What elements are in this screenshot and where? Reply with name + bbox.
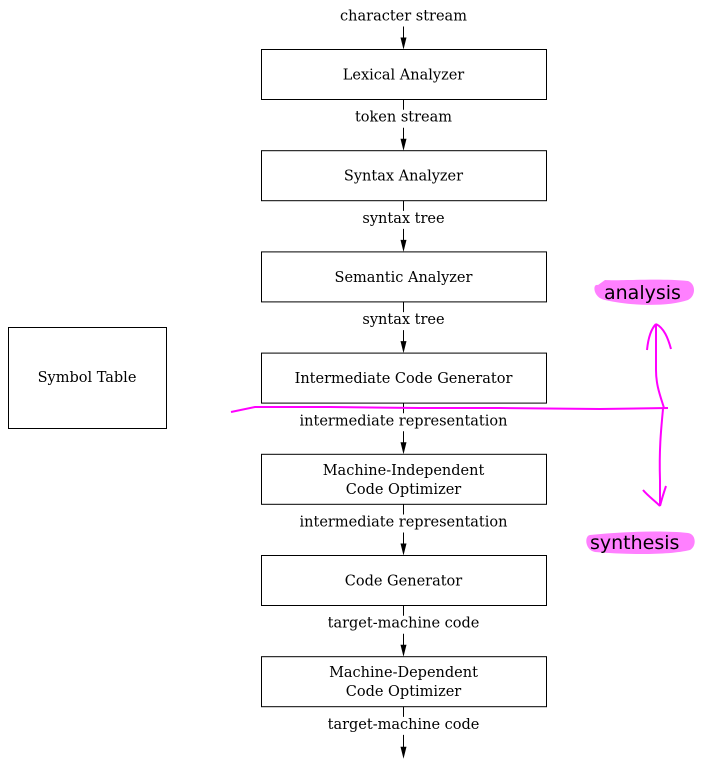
divider-line [230, 406, 669, 413]
synthesis-label: synthesis [590, 532, 679, 554]
arrow-down-icon [642, 408, 667, 507]
phase-label: Machine-Independent [323, 463, 485, 479]
analysis-label: analysis [604, 282, 681, 304]
compiler-phases-diagram: Symbol Table character stream token strea… [0, 0, 703, 770]
pipeline: character stream token stream syntax tree s… [261, 9, 547, 759]
stream-label: intermediate representation [300, 413, 508, 429]
arrowhead-icon [400, 746, 407, 759]
arrowhead-icon [400, 644, 407, 657]
stream-label: syntax tree [362, 312, 444, 328]
stream-label: syntax tree [362, 211, 444, 227]
arrow-up-icon [646, 323, 672, 409]
phase-label: Machine-Dependent [329, 665, 478, 681]
phase-label: Code Optimizer [346, 684, 462, 700]
arrowhead-icon [400, 239, 407, 252]
symbol-table-label: Symbol Table [38, 370, 137, 386]
phase-label: Code Optimizer [346, 482, 462, 498]
phase-label: Semantic Analyzer [335, 270, 473, 286]
stream-label: token stream [355, 110, 452, 126]
stream-label: character stream [340, 9, 467, 25]
phase-label: Code Generator [345, 574, 463, 590]
arrowhead-icon [400, 543, 407, 556]
phase-label: Syntax Analyzer [344, 169, 463, 185]
arrowhead-icon [400, 138, 407, 151]
stream-label: target-machine code [328, 717, 480, 733]
stream-label: intermediate representation [300, 515, 508, 531]
arrowhead-icon [400, 442, 407, 455]
phase-label: Intermediate Code Generator [295, 371, 513, 387]
arrowhead-icon [400, 341, 407, 354]
stream-label: target-machine code [328, 616, 480, 632]
diagram-canvas: Symbol Table character stream token strea… [8, 9, 695, 759]
phase-label: Lexical Analyzer [343, 68, 465, 84]
arrowhead-icon [400, 37, 407, 50]
symbol-table: Symbol Table [8, 327, 167, 429]
